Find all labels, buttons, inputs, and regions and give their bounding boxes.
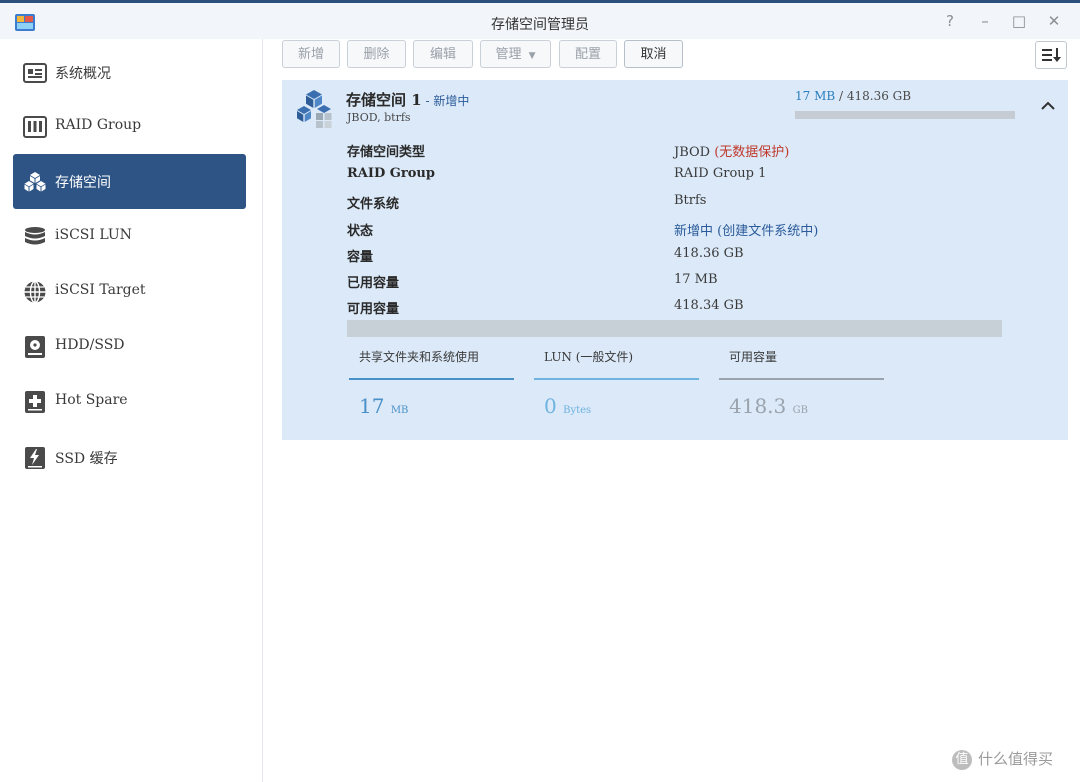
prop-value-filesystem: Btrfs — [674, 193, 707, 208]
legend-number: 0 — [544, 394, 557, 418]
window-titlebar: 存储空间管理员 ? – □ ✕ — [0, 3, 1080, 39]
prop-label-used: 已用容量 — [347, 276, 400, 291]
sidebar-item-label: 系统概况 — [55, 66, 111, 82]
sidebar-item-ssd-cache[interactable]: SSD 缓存 — [13, 430, 246, 485]
ssd-cache-icon — [25, 447, 45, 469]
prop-value-capacity: 418.36 GB — [674, 246, 744, 261]
legend-color-line — [534, 378, 699, 380]
hot-spare-icon — [25, 391, 45, 413]
manage-label: 管理 — [495, 47, 522, 62]
help-button[interactable]: ? — [940, 11, 960, 31]
prop-value-raid: RAID Group 1 — [674, 166, 767, 181]
legend-value: 418.3 GB — [719, 394, 884, 418]
minimize-button[interactable]: – — [975, 11, 995, 31]
sidebar-item-overview[interactable]: 系统概况 — [13, 45, 246, 100]
watermark: 值什么值得买 — [952, 748, 1053, 770]
prop-label-filesystem: 文件系统 — [347, 197, 400, 212]
sidebar-item-label: RAID Group — [55, 117, 142, 133]
legend-color-line — [719, 378, 884, 380]
usage-progress-bar — [795, 111, 1015, 119]
sidebar-item-label: 存储空间 — [55, 175, 111, 191]
legend-number: 418.3 — [729, 394, 787, 418]
watermark-badge: 值 — [952, 749, 972, 770]
sidebar-item-label: SSD 缓存 — [55, 451, 118, 467]
legend-number: 17 — [359, 394, 385, 418]
edit-button[interactable]: 编辑 — [413, 40, 473, 68]
legend-unit: GB — [792, 405, 808, 416]
sidebar-item-iscsi-lun[interactable]: iSCSI LUN — [13, 209, 246, 264]
storage-space-icon — [24, 172, 46, 192]
cancel-button[interactable]: 取消 — [624, 40, 683, 68]
prop-value-type: JBOD (无数据保护) — [674, 141, 789, 160]
sidebar-item-label: iSCSI LUN — [55, 227, 132, 243]
watermark-text: 什么值得买 — [978, 750, 1054, 768]
prop-label-status: 状态 — [347, 224, 374, 239]
legend-title: 共享文件夹和系统使用 — [359, 350, 480, 364]
delete-button[interactable]: 删除 — [347, 40, 406, 68]
chevron-down-icon: ▼ — [528, 51, 536, 61]
hdd-ssd-icon — [25, 336, 45, 358]
sidebar-item-hot-spare[interactable]: Hot Spare — [13, 374, 246, 429]
sidebar-item-storage-space[interactable]: 存储空间 — [13, 154, 246, 209]
collapse-chevron-up-icon[interactable] — [1038, 96, 1058, 116]
sidebar-item-hdd-ssd[interactable]: HDD/SSD — [13, 319, 246, 374]
sidebar-item-label: iSCSI Target — [55, 282, 146, 298]
iscsi-target-icon — [24, 280, 46, 304]
volume-title: 存储空间 1 - 新增中 — [346, 89, 469, 110]
usage-summary: 17 MB / 418.36 GB — [795, 89, 911, 103]
legend-value: 0 Bytes — [534, 394, 699, 418]
no-protection-warning: (无数据保护) — [714, 145, 790, 160]
iscsi-lun-icon — [25, 227, 45, 245]
manage-dropdown-button[interactable]: 管理 ▼ — [480, 40, 551, 68]
legend-lun: LUN (一般文件) 0 Bytes — [534, 348, 699, 418]
legend-free: 可用容量 418.3 GB — [719, 348, 884, 418]
prop-value-status: 新增中 (创建文件系统中) — [674, 224, 819, 239]
prop-label-raid: RAID Group — [347, 166, 435, 181]
raid-group-icon — [23, 116, 47, 138]
sidebar-item-label: HDD/SSD — [55, 337, 125, 353]
volume-subtitle: JBOD, btrfs — [347, 111, 411, 124]
sort-icon — [1042, 48, 1061, 62]
prop-label-type: 存储空间类型 — [347, 145, 426, 160]
sidebar-item-label: Hot Spare — [55, 392, 128, 408]
maximize-button[interactable]: □ — [1009, 11, 1029, 31]
legend-value: 17 MB — [349, 394, 514, 418]
legend-shared-folders: 共享文件夹和系统使用 17 MB — [349, 348, 514, 418]
volume-type: JBOD — [674, 145, 711, 160]
prop-value-used: 17 MB — [674, 272, 718, 287]
sidebar-divider — [262, 39, 263, 782]
overview-icon — [23, 63, 47, 83]
legend-color-line — [349, 378, 514, 380]
legend-unit: Bytes — [563, 405, 592, 416]
usage-used: 17 MB — [795, 89, 836, 103]
new-button[interactable]: 新增 — [282, 40, 340, 68]
prop-label-free: 可用容量 — [347, 302, 400, 317]
volume-cubes-icon — [297, 90, 332, 128]
configure-button[interactable]: 配置 — [559, 40, 617, 68]
close-button[interactable]: ✕ — [1044, 11, 1064, 31]
sort-button[interactable] — [1035, 41, 1067, 69]
legend-title: LUN (一般文件) — [544, 350, 634, 364]
legend-title: 可用容量 — [729, 350, 778, 364]
window-title: 存储空间管理员 — [491, 17, 589, 33]
usage-total: / 418.36 GB — [835, 89, 912, 103]
sidebar-item-iscsi-target[interactable]: iSCSI Target — [13, 264, 246, 319]
capacity-bar — [347, 320, 1002, 337]
volume-name: 存储空间 1 — [346, 91, 422, 109]
prop-label-capacity: 容量 — [347, 250, 374, 265]
prop-value-free: 418.34 GB — [674, 298, 744, 313]
legend-unit: MB — [390, 405, 409, 416]
sidebar-item-raid-group[interactable]: RAID Group — [13, 99, 246, 154]
volume-detail-panel[interactable]: 存储空间 1 - 新增中 JBOD, btrfs 17 MB / 418.36 … — [282, 80, 1068, 440]
volume-status-inline: - 新增中 — [421, 94, 470, 108]
